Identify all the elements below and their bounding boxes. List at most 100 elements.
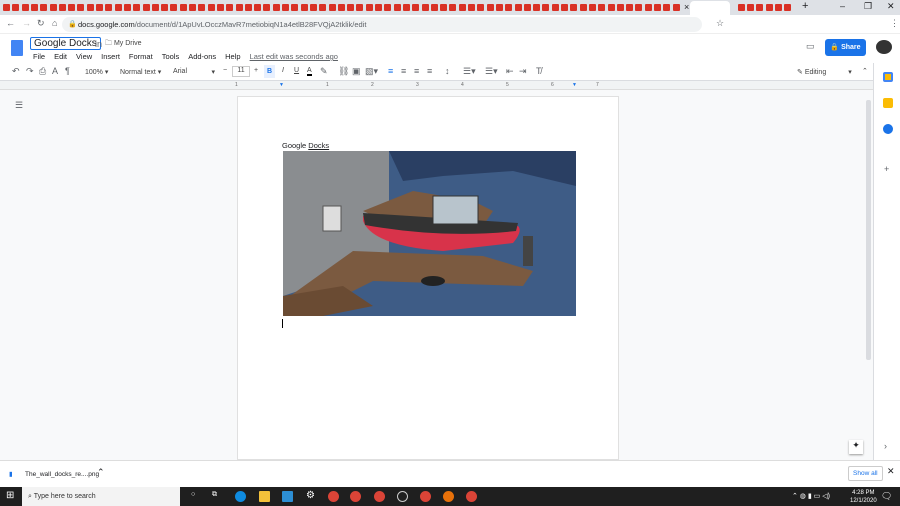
tab-favicon-icon[interactable]: [179, 4, 187, 11]
text-color-button[interactable]: A: [307, 67, 312, 76]
tab-favicon-icon[interactable]: [68, 4, 76, 11]
chrome-icon[interactable]: [374, 491, 385, 502]
menu-edit[interactable]: Edit: [54, 52, 67, 61]
tab-favicon-icon[interactable]: [114, 4, 122, 11]
tab-favicon-icon[interactable]: [561, 4, 568, 11]
decrease-indent-icon[interactable]: ⇤: [506, 66, 514, 77]
taskbar-search-input[interactable]: ⌕ Type here to search: [22, 487, 180, 506]
tab-favicon-icon[interactable]: [207, 4, 215, 11]
document-title-input[interactable]: Google Docks: [30, 37, 101, 50]
tab-favicon-icon[interactable]: [551, 4, 559, 11]
comment-add-icon[interactable]: ▣: [352, 66, 361, 77]
italic-button[interactable]: I: [282, 67, 284, 74]
settings-icon[interactable]: ⚙: [306, 490, 315, 501]
tab-favicon-icon[interactable]: [440, 4, 448, 11]
increase-indent-icon[interactable]: ⇥: [519, 66, 527, 77]
tab-favicon-icon[interactable]: [272, 4, 280, 11]
share-button[interactable]: 🔒 Share: [825, 39, 866, 56]
spellcheck-icon[interactable]: A: [52, 66, 58, 76]
increase-font-size-button[interactable]: +: [254, 67, 258, 74]
menu-file[interactable]: File: [33, 52, 45, 61]
tab-favicon-icon[interactable]: [654, 4, 661, 11]
menu-insert[interactable]: Insert: [101, 52, 120, 61]
tab-favicon-icon[interactable]: [737, 4, 745, 11]
tab-favicon-icon[interactable]: [282, 4, 289, 11]
tab-favicon-icon[interactable]: [347, 4, 355, 11]
minimize-button[interactable]: –: [840, 1, 845, 11]
tab-favicon-icon[interactable]: [774, 4, 782, 11]
justify-icon[interactable]: ≡: [427, 66, 432, 76]
font-select[interactable]: Arial ▾: [173, 68, 215, 76]
tab-favicon-icon[interactable]: [607, 4, 615, 11]
underline-button[interactable]: U: [294, 67, 299, 74]
tab-favicon-icon[interactable]: [226, 4, 234, 11]
zoom-select[interactable]: 100% ▾: [85, 68, 108, 76]
url-input[interactable]: 🔒 docs.google.com/document/d/1ApUvLOcczMa…: [62, 17, 702, 32]
tab-favicon-icon[interactable]: [375, 4, 382, 11]
tab-favicon-icon[interactable]: [542, 4, 550, 11]
show-side-panel-icon[interactable]: ›: [884, 441, 887, 451]
tab-favicon-icon[interactable]: [747, 4, 754, 11]
chrome-menu-icon[interactable]: ⋮: [890, 18, 899, 29]
account-avatar[interactable]: [876, 40, 892, 54]
outline-icon[interactable]: ☰: [15, 100, 23, 111]
clock-app-icon[interactable]: [397, 491, 408, 502]
chrome-icon[interactable]: [350, 491, 361, 502]
tab-favicon-icon[interactable]: [319, 4, 327, 11]
tab-favicon-icon[interactable]: [514, 4, 522, 11]
system-tray-icons[interactable]: ⌃ ◍ ▮ ▭ ◁): [792, 492, 830, 500]
numbered-list-icon[interactable]: ☰▾: [463, 66, 476, 77]
tab-favicon-icon[interactable]: [672, 4, 680, 11]
tab-favicon-icon[interactable]: [393, 4, 401, 11]
tab-favicon-icon[interactable]: [86, 4, 94, 11]
tab-favicon-icon[interactable]: [784, 4, 792, 11]
collapse-toolbar-icon[interactable]: ⌃: [862, 67, 868, 75]
notifications-icon[interactable]: 🗨: [881, 491, 892, 502]
text-underlined-link[interactable]: Docks: [308, 141, 329, 150]
new-tab-button[interactable]: +: [802, 0, 808, 12]
tab-favicon-icon[interactable]: [133, 4, 141, 11]
file-explorer-icon[interactable]: [259, 491, 270, 502]
bulleted-list-icon[interactable]: ☰▾: [485, 66, 498, 77]
tab-favicon-icon[interactable]: [170, 4, 178, 11]
download-options-icon[interactable]: ⌃: [97, 467, 105, 478]
explore-button[interactable]: ✦: [849, 440, 863, 454]
tab-favicon-icon[interactable]: [263, 4, 271, 11]
tab-favicon-icon[interactable]: [644, 4, 652, 11]
print-icon[interactable]: ⎙: [39, 66, 46, 77]
close-window-button[interactable]: ✕: [887, 1, 895, 12]
tab-favicon-icon[interactable]: [533, 4, 541, 11]
tab-favicon-icon[interactable]: [337, 4, 345, 11]
clock[interactable]: 4:28 PM 12/1/2020: [850, 489, 877, 505]
tab-favicon-icon[interactable]: [635, 4, 643, 11]
home-icon[interactable]: ⌂: [52, 18, 57, 28]
menu-format[interactable]: Format: [129, 52, 153, 61]
right-indent-marker-icon[interactable]: ▼: [572, 82, 577, 88]
back-icon[interactable]: ←: [6, 18, 15, 28]
active-tab[interactable]: ×: [684, 1, 730, 15]
folder-link[interactable]: 🗀 My Drive: [105, 39, 142, 50]
tab-favicon-icon[interactable]: [356, 4, 364, 11]
chrome-icon[interactable]: [420, 491, 431, 502]
reload-icon[interactable]: ↻: [37, 18, 45, 29]
bookmark-star-icon[interactable]: ☆: [716, 18, 724, 29]
align-center-icon[interactable]: ≡: [401, 66, 406, 76]
undo-icon[interactable]: ↶: [12, 66, 20, 77]
tab-favicon-icon[interactable]: [3, 4, 10, 11]
tab-favicon-icon[interactable]: [198, 4, 206, 11]
menu-addons[interactable]: Add-ons: [188, 52, 216, 61]
tab-favicon-icon[interactable]: [254, 4, 262, 11]
tab-favicon-icon[interactable]: [235, 4, 243, 11]
tab-favicon-icon[interactable]: [579, 4, 587, 11]
tab-favicon-icon[interactable]: [626, 4, 634, 11]
link-icon[interactable]: ⛓: [338, 66, 349, 77]
chrome-icon[interactable]: [466, 491, 477, 502]
tab-favicon-icon[interactable]: [123, 4, 131, 11]
tab-favicon-icon[interactable]: [588, 4, 596, 11]
tab-favicon-icon[interactable]: [40, 4, 48, 11]
tab-favicon-icon[interactable]: [458, 4, 466, 11]
font-size-input[interactable]: 11: [232, 66, 250, 77]
mail-icon[interactable]: [282, 491, 293, 502]
align-right-icon[interactable]: ≡: [414, 66, 419, 76]
tab-favicon-icon[interactable]: [570, 4, 578, 11]
